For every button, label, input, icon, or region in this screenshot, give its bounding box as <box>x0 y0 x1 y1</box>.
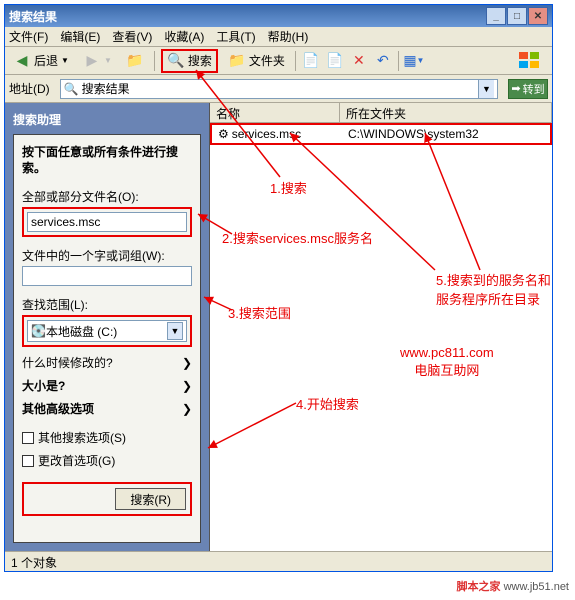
windows-flag-icon <box>510 47 548 75</box>
menu-favorites[interactable]: 收藏(A) <box>164 28 204 45</box>
titlebar[interactable]: 搜索结果 _ □ ✕ <box>5 5 552 27</box>
scope-select[interactable]: 💽 本地磁盘 (C:) ▼ <box>27 320 187 342</box>
chevron-down-icon: ▼ <box>61 56 69 65</box>
advanced-row[interactable]: 其他高级选项❯ <box>22 397 192 420</box>
menu-tools[interactable]: 工具(T) <box>216 28 255 45</box>
search-toolbar-button[interactable]: 🔍 搜索 <box>161 49 218 73</box>
scope-label: 查找范围(L): <box>22 296 192 313</box>
address-input[interactable]: 🔍 搜索结果 ▼ <box>60 79 498 99</box>
status-bar: 1 个对象 <box>5 551 552 571</box>
menubar: 文件(F) 编辑(E) 查看(V) 收藏(A) 工具(T) 帮助(H) <box>5 27 552 47</box>
when-modified-row[interactable]: 什么时候修改的?❯ <box>22 351 192 374</box>
search-results-window: 搜索结果 _ □ ✕ 文件(F) 编辑(E) 查看(V) 收藏(A) 工具(T)… <box>4 4 553 572</box>
close-button[interactable]: ✕ <box>528 7 548 25</box>
views-icon[interactable]: ▦▼ <box>405 52 423 70</box>
chevron-icon: ❯ <box>182 379 192 393</box>
delete-icon[interactable]: ✕ <box>350 52 368 70</box>
address-label: 地址(D) <box>9 80 50 97</box>
menu-edit[interactable]: 编辑(E) <box>60 28 100 45</box>
menu-help[interactable]: 帮助(H) <box>268 28 309 45</box>
footer-watermark: 脚本之家 www.jb51.net <box>457 578 570 594</box>
gear-icon: ⚙ <box>218 127 229 141</box>
search-heading: 按下面任意或所有条件进行搜索。 <box>22 145 192 176</box>
move-icon[interactable]: 📄 <box>302 52 320 70</box>
window-title: 搜索结果 <box>9 8 486 25</box>
search-icon: 🔍 <box>167 52 185 70</box>
toolbar-navigation: ◀ 后退 ▼ ▶ ▼ 📁 🔍 搜索 📁 文件夹 📄 📄 ✕ ↶ ▦▼ <box>5 47 552 75</box>
search-results-icon: 🔍 <box>64 82 79 96</box>
back-icon: ◀ <box>13 52 31 70</box>
menu-file[interactable]: 文件(F) <box>9 28 48 45</box>
filename-input[interactable] <box>27 212 187 232</box>
forward-button[interactable]: ▶ ▼ <box>79 50 116 72</box>
column-name[interactable]: 名称 <box>210 103 340 122</box>
phrase-input[interactable] <box>22 266 192 286</box>
copy-icon[interactable]: 📄 <box>326 52 344 70</box>
chevron-down-icon[interactable]: ▼ <box>167 322 183 340</box>
address-bar: 地址(D) 🔍 搜索结果 ▼ ➡转到 <box>5 75 552 103</box>
other-options-row[interactable]: 其他搜索选项(S) <box>22 426 192 449</box>
maximize-button[interactable]: □ <box>507 7 527 25</box>
chevron-down-icon: ▼ <box>104 56 112 65</box>
sidebar-title: 搜索助理 <box>13 111 201 128</box>
menu-view[interactable]: 查看(V) <box>112 28 152 45</box>
change-prefs-row[interactable]: 更改首选项(G) <box>22 449 192 472</box>
result-row[interactable]: ⚙services.msc C:\WINDOWS\system32 <box>210 123 552 145</box>
minimize-button[interactable]: _ <box>486 7 506 25</box>
undo-icon[interactable]: ↶ <box>374 52 392 70</box>
folders-icon: 📁 <box>228 52 246 70</box>
search-sidebar: 搜索助理 按下面任意或所有条件进行搜索。 全部或部分文件名(O): 文件中的一个… <box>5 103 210 551</box>
address-dropdown[interactable]: ▼ <box>478 80 494 98</box>
folders-button[interactable]: 📁 文件夹 <box>224 50 289 72</box>
checkbox-icon <box>22 432 34 444</box>
up-button[interactable]: 📁 <box>122 50 148 72</box>
disk-icon: 💽 <box>31 324 46 338</box>
column-folder[interactable]: 所在文件夹 <box>340 103 552 122</box>
chevron-icon: ❯ <box>182 402 192 416</box>
phrase-label: 文件中的一个字或词组(W): <box>22 247 192 264</box>
results-pane: 名称 所在文件夹 ⚙services.msc C:\WINDOWS\system… <box>210 103 552 551</box>
go-button[interactable]: ➡转到 <box>508 79 548 99</box>
folder-up-icon: 📁 <box>126 52 144 70</box>
site-watermark-1: www.pc811.com电脑互助网 <box>400 345 494 379</box>
search-button[interactable]: 搜索(R) <box>115 488 186 510</box>
back-button[interactable]: ◀ 后退 ▼ <box>9 50 73 72</box>
checkbox-icon <box>22 455 34 467</box>
forward-icon: ▶ <box>83 52 101 70</box>
size-row[interactable]: 大小是?❯ <box>22 374 192 397</box>
chevron-icon: ❯ <box>182 356 192 370</box>
filename-label: 全部或部分文件名(O): <box>22 188 192 205</box>
